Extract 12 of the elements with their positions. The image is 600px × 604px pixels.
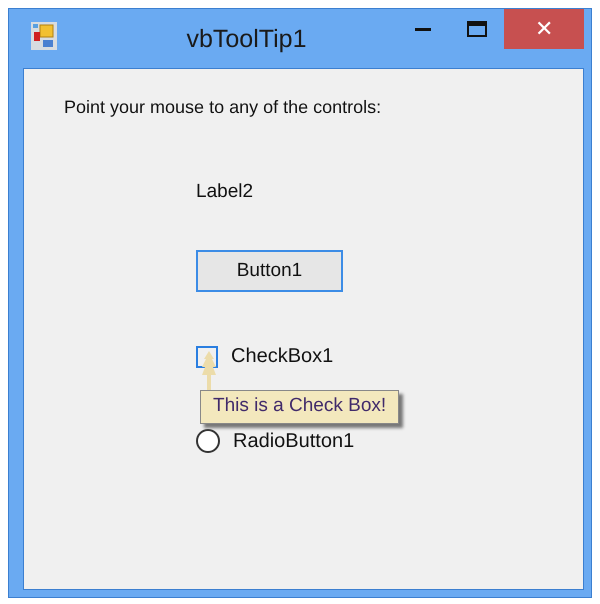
maximize-icon (467, 21, 487, 37)
checkbox-label[interactable]: CheckBox1 (231, 345, 334, 368)
tooltip: This is a Check Box! (200, 390, 400, 424)
minimize-icon (415, 26, 431, 32)
close-button[interactable]: ✕ (504, 9, 584, 49)
radio-button-label[interactable]: RadioButton1 (233, 430, 354, 452)
window-title: vbToolTip1 (186, 25, 308, 54)
radio-button[interactable] (196, 429, 220, 453)
instruction-text: Point your mouse to any of the controls: (64, 97, 382, 117)
app-icon (31, 22, 57, 50)
label-text: Label2 (196, 181, 254, 203)
button[interactable]: Button1 (196, 250, 343, 292)
